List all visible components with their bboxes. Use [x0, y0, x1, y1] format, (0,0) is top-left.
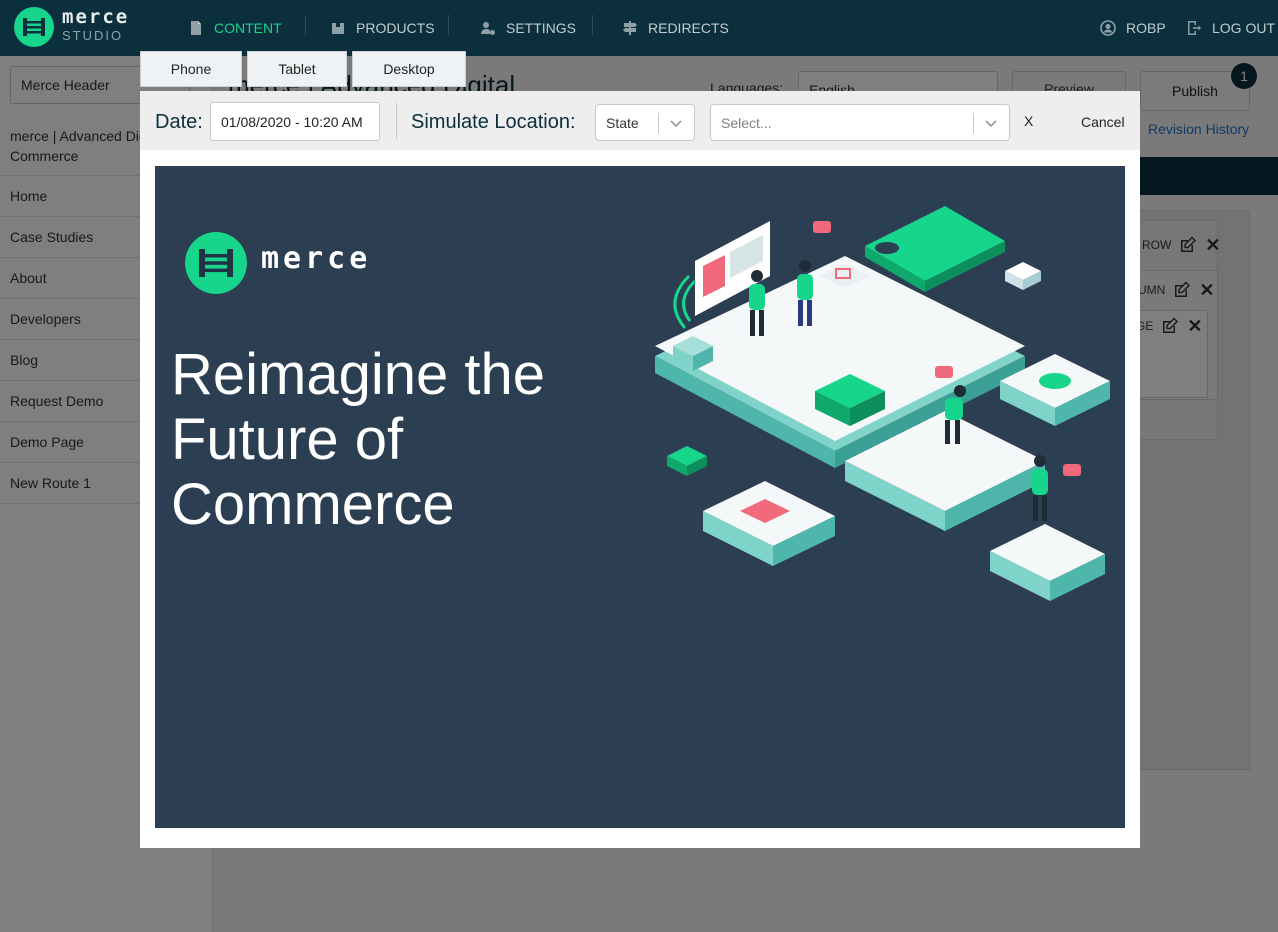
logout-icon [1188, 21, 1201, 35]
device-tab-phone[interactable]: Phone [140, 51, 242, 87]
state-select-value: State [606, 115, 639, 131]
nav-products-label: PRODUCTS [356, 20, 435, 36]
toolbar-divider [396, 103, 397, 139]
chat-bubble-icon [935, 366, 953, 378]
hero-logo [185, 232, 247, 294]
nav-content[interactable]: CONTENT [188, 0, 282, 56]
isometric-commerce-illustration [655, 206, 1110, 601]
logout-label: LOG OUT [1212, 20, 1276, 36]
cancel-button[interactable]: Cancel [1081, 114, 1125, 130]
chat-bubble-icon [813, 221, 831, 233]
device-tab-tablet[interactable]: Tablet [247, 51, 347, 87]
merce-logo-icon [23, 18, 45, 36]
state-select[interactable]: State [595, 104, 695, 141]
date-input[interactable]: 01/08/2020 - 10:20 AM [210, 102, 380, 141]
nav-products[interactable]: PRODUCTS [330, 0, 435, 56]
hero-brand-name: merce [261, 241, 372, 276]
file-icon [191, 21, 201, 35]
user-gear-icon [481, 22, 495, 35]
device-tab-desktop[interactable]: Desktop [352, 51, 466, 87]
nav-redirects-label: REDIRECTS [648, 20, 729, 36]
simulate-location-label: Simulate Location: [411, 111, 576, 133]
hero-headline: Reimagine the Future of Commerce [171, 342, 545, 537]
nav-divider [448, 15, 449, 35]
preview-modal: Date: 01/08/2020 - 10:20 AM Simulate Loc… [140, 91, 1140, 848]
brand-subtitle: STUDIO [62, 28, 124, 43]
merce-logo[interactable] [14, 7, 54, 47]
merce-logo-icon [199, 249, 233, 277]
date-label: Date: [155, 111, 203, 133]
nav-settings[interactable]: SETTINGS [480, 0, 576, 56]
select-divider [658, 113, 659, 134]
user-circle-icon [1100, 20, 1116, 36]
box-icon [332, 23, 344, 34]
user-menu[interactable]: ROBP [1100, 0, 1166, 56]
top-navigation-bar: merce STUDIO CONTENT PRODUCTS SETTINGS R… [0, 0, 1278, 56]
hero-banner: merce Reimagine the Future of Commerce [155, 166, 1125, 828]
logout-button[interactable]: LOG OUT [1186, 0, 1275, 56]
nav-redirects[interactable]: REDIRECTS [622, 0, 729, 56]
region-select-placeholder: Select... [721, 115, 772, 131]
chevron-down-icon [670, 120, 682, 128]
chevron-down-icon [985, 120, 997, 128]
nav-divider [305, 15, 306, 35]
select-divider [973, 113, 974, 134]
user-name: ROBP [1126, 20, 1166, 36]
preview-toolbar: Date: 01/08/2020 - 10:20 AM Simulate Loc… [140, 91, 1140, 150]
nav-settings-label: SETTINGS [506, 20, 577, 36]
chat-bubble-icon [1063, 464, 1081, 476]
clear-location-button[interactable]: X [1024, 113, 1033, 129]
region-select[interactable]: Select... [710, 104, 1010, 141]
signpost-icon [623, 21, 637, 35]
brand-name: merce [62, 6, 130, 28]
nav-content-label: CONTENT [214, 20, 282, 36]
nav-divider [592, 15, 593, 35]
